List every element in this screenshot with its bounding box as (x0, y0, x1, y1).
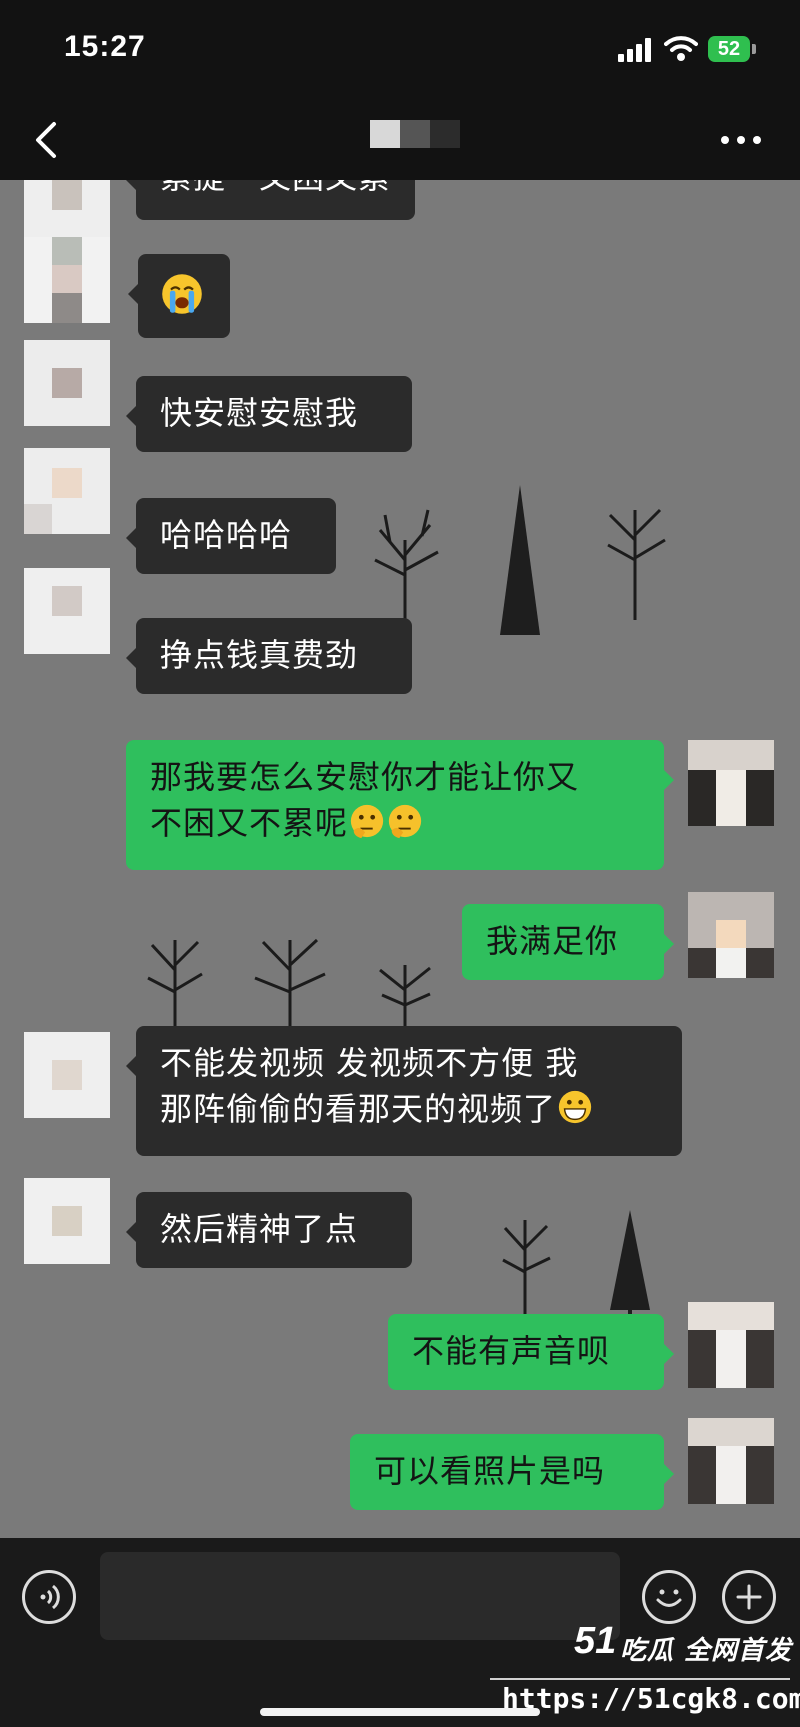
wallpaper-tree (379, 965, 431, 1030)
battery-cap (752, 44, 756, 54)
contact-avatar[interactable] (24, 448, 110, 534)
more-actions-button[interactable] (722, 1570, 776, 1624)
message-bubble-sent[interactable]: 不能有声音呗 (388, 1314, 674, 1390)
contact-avatar[interactable] (24, 1178, 110, 1264)
message-line: 那我要怎么安慰你才能让你又 (150, 758, 580, 796)
cellular-signal-icon (618, 38, 654, 62)
battery-level: 52 (708, 36, 750, 62)
contact-name-censored (370, 120, 460, 148)
voice-input-button[interactable] (22, 1570, 76, 1624)
status-time: 15:27 (64, 30, 146, 63)
message-bubble-sent[interactable]: 我满足你 (462, 904, 674, 980)
wallpaper-tree (147, 940, 203, 1030)
wallpaper-tree (502, 1220, 551, 1320)
status-bar: 15:27 52 (0, 0, 800, 100)
wifi-icon (664, 36, 698, 61)
watermark-slogan: 吃瓜 全网首发 (620, 1636, 793, 1666)
contact-avatar[interactable] (24, 340, 110, 426)
smiley-icon (656, 1589, 682, 1607)
message-bubble-received[interactable]: 然后精神了点 (126, 1192, 412, 1268)
message-bubble-received[interactable]: 挣点钱真费劲 (126, 618, 412, 694)
plus-icon (736, 1584, 762, 1610)
message-bubble-received[interactable]: 累提一又困又累 (125, 180, 416, 220)
contact-avatar[interactable] (24, 237, 110, 323)
thinking-face-icon (388, 804, 422, 839)
my-avatar[interactable] (688, 1418, 774, 1504)
contact-avatar[interactable] (24, 568, 110, 654)
message-bubble-received[interactable] (128, 254, 230, 338)
message-bubble-received[interactable]: 不能发视频 发视频不方便 我 那阵偷偷的看那天的视频了 (126, 1026, 682, 1156)
back-chevron-icon[interactable] (28, 118, 68, 162)
my-avatar[interactable] (688, 1302, 774, 1388)
site-watermark: 51 吃瓜 全网首发 https://51cgk8.com (490, 1620, 800, 1725)
message-line-text: 不困又不累呢 (150, 804, 349, 842)
wallpaper-tree (607, 508, 666, 620)
more-options-icon[interactable] (716, 128, 766, 152)
my-avatar[interactable] (688, 892, 774, 978)
message-line: 不能发视频 发视频不方便 我 (160, 1044, 579, 1082)
message-bubble-sent[interactable]: 可以看照片是吗 (350, 1434, 674, 1510)
chat-header (0, 100, 800, 180)
message-bubble-received[interactable]: 哈哈哈哈 (126, 498, 336, 574)
message-line-text: 那阵偷偷的看那天的视频了 (160, 1090, 557, 1128)
wallpaper-tree (610, 1210, 650, 1320)
emoji-picker-button[interactable] (642, 1570, 696, 1624)
wallpaper-tree (500, 485, 540, 635)
message-line: 那阵偷偷的看那天的视频了 (160, 1086, 658, 1132)
crying-face-icon (162, 274, 202, 314)
watermark-divider (490, 1678, 790, 1680)
message-bubble-received[interactable]: 快安慰安慰我 (126, 376, 412, 452)
wallpaper-tree (254, 938, 326, 1030)
watermark-url: https://51cgk8.com (502, 1682, 800, 1715)
wallpaper-tree (374, 509, 439, 620)
contact-avatar[interactable] (24, 1032, 110, 1118)
message-bubble-sent[interactable]: 那我要怎么安慰你才能让你又 不困又不累呢 (126, 740, 674, 870)
message-line: 不困又不累呢 (150, 800, 640, 846)
watermark-brand: 51 (574, 1620, 617, 1662)
grinning-face-icon (558, 1090, 592, 1124)
voice-wave-icon (40, 1584, 60, 1610)
thinking-face-icon (350, 804, 384, 839)
chat-messages[interactable]: 累提一又困又累 快安慰安慰我 哈哈哈哈 挣点钱真费劲 那我要怎么安慰你才能让你又 (0, 180, 800, 1538)
my-avatar[interactable] (688, 740, 774, 826)
